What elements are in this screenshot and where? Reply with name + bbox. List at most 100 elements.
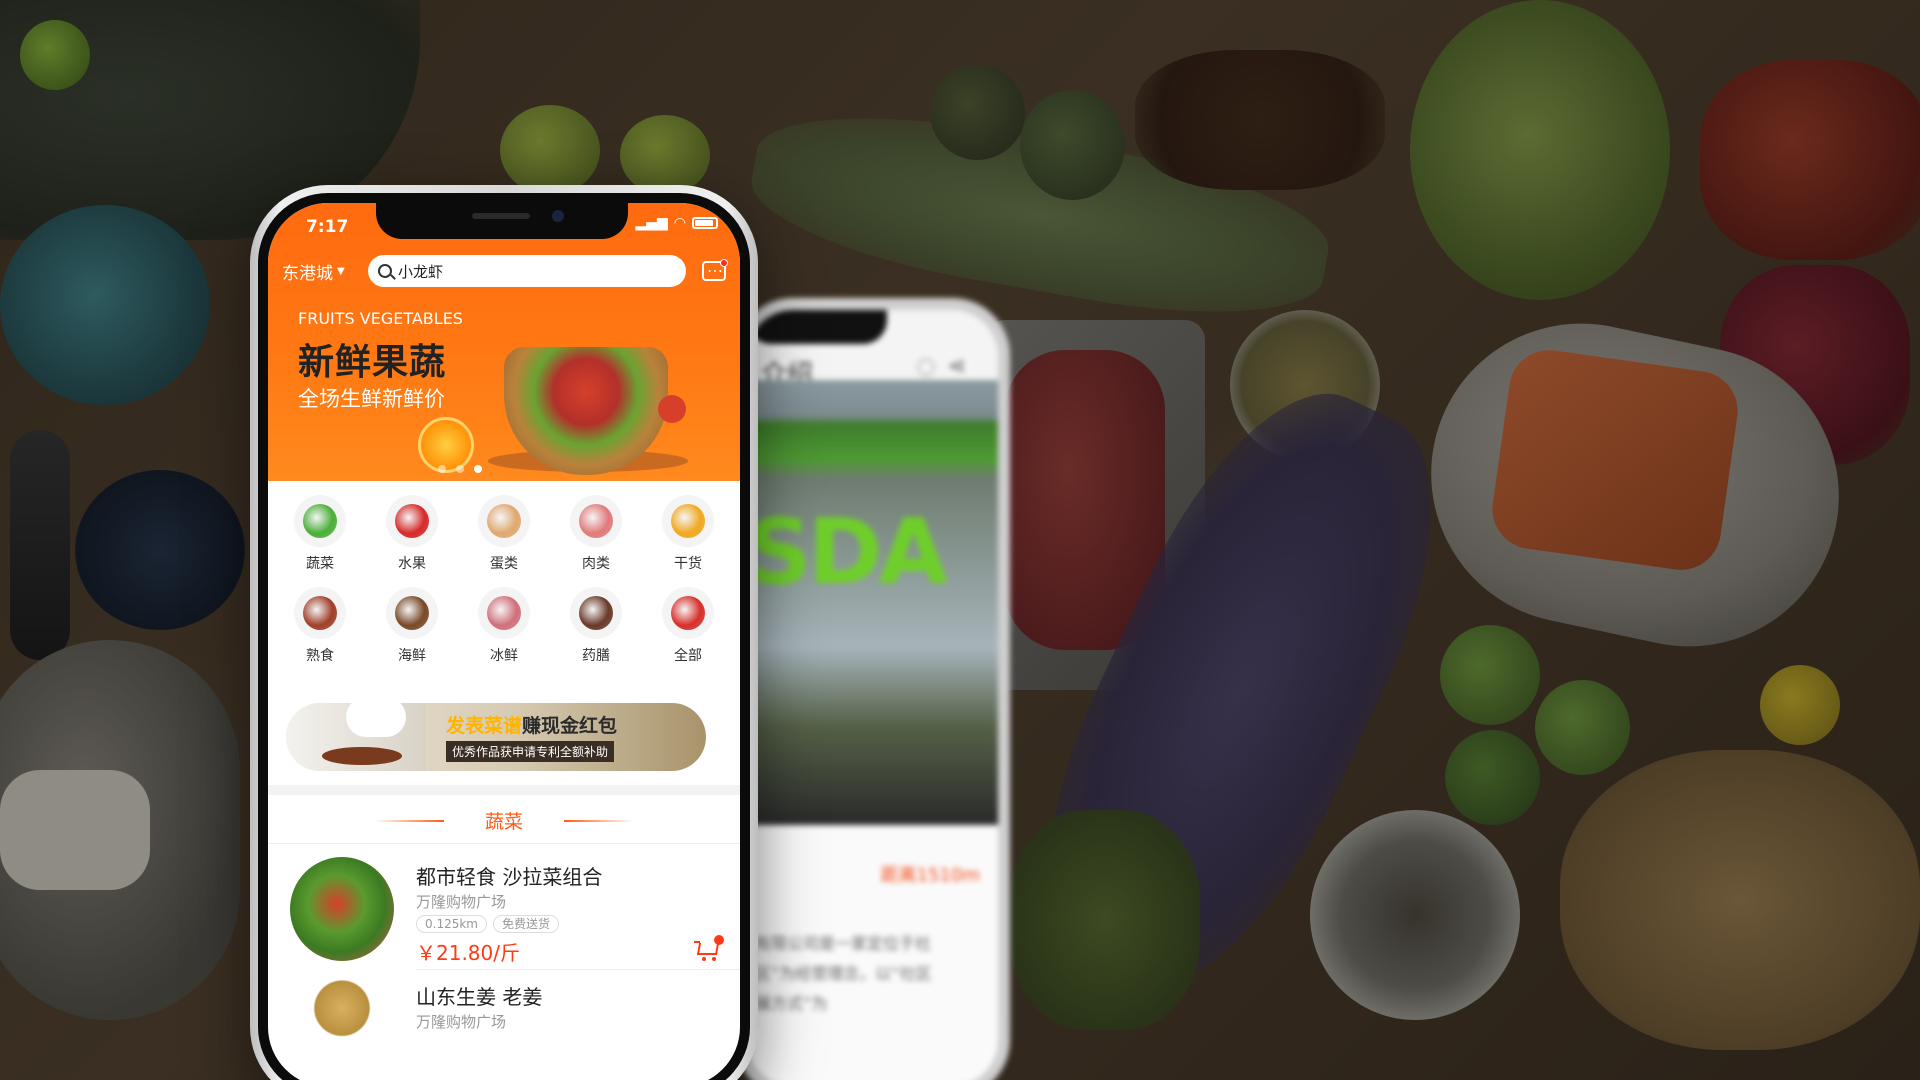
product-item[interactable]: 都市轻食 沙拉菜组合 万隆购物广场 0.125km 免费送货 ￥21.80/斤 bbox=[268, 851, 740, 970]
category-label: 熟食 bbox=[306, 648, 334, 664]
category-icon bbox=[386, 495, 438, 547]
category-image bbox=[671, 504, 705, 538]
chef-image bbox=[286, 703, 426, 771]
category-chilled[interactable]: 冰鲜 bbox=[458, 587, 550, 665]
phone-bezel: 7:17 ▂▄▆ ◠ 东港城 ▼ 小龙虾 … FRUITS VEGETABLES… bbox=[258, 193, 750, 1080]
share-icon: ⋖ bbox=[947, 354, 978, 379]
pot-decoration bbox=[0, 205, 210, 405]
chat-icon: ◌ bbox=[916, 354, 948, 379]
category-icon bbox=[570, 587, 622, 639]
search-box[interactable] bbox=[368, 255, 686, 287]
category-icon bbox=[294, 587, 346, 639]
banner-subtitle: 全场生鲜新鲜价 bbox=[298, 387, 445, 411]
message-button[interactable] bbox=[686, 257, 728, 281]
category-label: 海鲜 bbox=[398, 648, 426, 664]
category-dried-goods[interactable]: 干货 bbox=[642, 495, 734, 573]
search-input[interactable] bbox=[398, 262, 598, 280]
front-camera bbox=[552, 210, 564, 222]
category-image bbox=[579, 504, 613, 538]
status-time: 7:17 bbox=[306, 217, 349, 237]
chard-decoration bbox=[1010, 810, 1200, 1030]
section-title: 蔬菜 bbox=[268, 807, 740, 834]
product-tags: 0.125km 免费送货 bbox=[416, 915, 560, 933]
wifi-icon: ◠ bbox=[673, 215, 686, 231]
recipe-promo-banner[interactable]: 发表菜谱赚现金红包 优秀作品获申请专利全额补助 bbox=[286, 703, 706, 771]
product-name: 都市轻食 沙拉菜组合 bbox=[416, 865, 603, 889]
category-all[interactable]: 全部 bbox=[642, 587, 734, 665]
top-bar: 东港城 ▼ bbox=[268, 251, 740, 291]
category-label: 肉类 bbox=[582, 556, 610, 572]
search-icon bbox=[378, 264, 392, 278]
category-icon bbox=[386, 587, 438, 639]
lemon-decoration bbox=[1760, 665, 1840, 745]
category-label: 药膳 bbox=[582, 648, 610, 664]
zucchini-decoration bbox=[1440, 625, 1540, 725]
store-photo: SDA bbox=[747, 380, 998, 825]
cart-basket bbox=[696, 943, 720, 955]
delivery-tag: 免费送货 bbox=[493, 915, 560, 933]
category-herbal[interactable]: 药膳 bbox=[550, 587, 642, 665]
front-phone: 7:17 ▂▄▆ ◠ 东港城 ▼ 小龙虾 … FRUITS VEGETABLES… bbox=[250, 185, 758, 1080]
category-image bbox=[579, 596, 613, 630]
category-label: 冰鲜 bbox=[490, 648, 518, 664]
phone-notch bbox=[376, 203, 628, 239]
category-vegetables[interactable]: 蔬菜 bbox=[274, 495, 366, 573]
promo-banner[interactable]: FRUITS VEGETABLES 新鲜果蔬 全场生鲜新鲜价 bbox=[268, 295, 740, 481]
pagination-dot[interactable] bbox=[438, 465, 446, 473]
cart-wheel bbox=[702, 957, 706, 961]
dish-image bbox=[322, 747, 402, 765]
avocado-decoration bbox=[930, 65, 1025, 160]
notification-dot bbox=[720, 259, 728, 267]
category-icon bbox=[478, 587, 530, 639]
store-description-line: 区”为经营理念，以“社区 bbox=[755, 964, 932, 983]
cart-icon[interactable] bbox=[694, 935, 724, 961]
category-deli[interactable]: 熟食 bbox=[274, 587, 366, 665]
category-meat[interactable]: 肉类 bbox=[550, 495, 642, 573]
back-phone: 介绍 ◌⋖ SDA 距离1510m 有限公司是一家定位于社 区”为经营理念，以“… bbox=[735, 298, 1010, 1080]
product-image bbox=[290, 857, 394, 961]
pot-handle-decoration bbox=[10, 430, 70, 660]
product-item[interactable]: 山东生姜 老姜 万隆购物广场 bbox=[268, 971, 740, 1080]
category-image bbox=[395, 504, 429, 538]
category-fruit[interactable]: 水果 bbox=[366, 495, 458, 573]
recipe-promo-subtitle: 优秀作品获申请专利全额补助 bbox=[446, 741, 615, 762]
back-phone-header: 介绍 ◌⋖ bbox=[747, 310, 998, 390]
product-shop: 万隆购物广场 bbox=[416, 893, 507, 911]
category-image bbox=[487, 504, 521, 538]
category-seafood[interactable]: 海鲜 bbox=[366, 587, 458, 665]
store-sign: SDA bbox=[747, 500, 948, 605]
category-eggs[interactable]: 蛋类 bbox=[458, 495, 550, 573]
category-icon bbox=[662, 587, 714, 639]
salmon-decoration bbox=[1487, 344, 1743, 576]
category-image bbox=[303, 596, 337, 630]
category-icon bbox=[662, 495, 714, 547]
category-label: 蛋类 bbox=[490, 556, 518, 572]
cheese-decoration bbox=[0, 770, 150, 890]
back-phone-screen: 介绍 ◌⋖ SDA 距离1510m 有限公司是一家定位于社 区”为经营理念，以“… bbox=[747, 310, 998, 1080]
pagination-dot[interactable] bbox=[456, 465, 464, 473]
product-name: 山东生姜 老姜 bbox=[416, 985, 543, 1009]
category-label: 水果 bbox=[398, 556, 426, 572]
product-shop: 万隆购物广场 bbox=[416, 1013, 507, 1031]
tomato-image bbox=[658, 395, 686, 423]
product-price: ￥21.80/斤 bbox=[416, 941, 520, 965]
blueberry-bowl-decoration bbox=[75, 470, 245, 630]
pagination-dot-active[interactable] bbox=[474, 465, 482, 473]
mortar-decoration bbox=[1310, 810, 1520, 1020]
city-selector[interactable]: 东港城 ▼ bbox=[282, 259, 368, 284]
chef-hat-image bbox=[346, 703, 406, 737]
city-label: 东港城 bbox=[282, 263, 333, 284]
lime-decoration bbox=[20, 20, 90, 90]
status-icons: ▂▄▆ ◠ bbox=[635, 215, 718, 231]
product-image bbox=[290, 977, 394, 1080]
section-rule bbox=[268, 843, 740, 844]
cart-wheel bbox=[712, 957, 716, 961]
apples-decoration bbox=[1700, 60, 1920, 260]
cart-badge bbox=[714, 935, 724, 945]
back-phone-notch bbox=[747, 310, 887, 344]
category-label: 蔬菜 bbox=[306, 556, 334, 572]
battery-icon bbox=[692, 217, 718, 229]
chevron-down-icon: ▼ bbox=[337, 265, 345, 277]
app-screen: 7:17 ▂▄▆ ◠ 东港城 ▼ 小龙虾 … FRUITS VEGETABLES… bbox=[268, 203, 740, 1080]
category-icon bbox=[478, 495, 530, 547]
